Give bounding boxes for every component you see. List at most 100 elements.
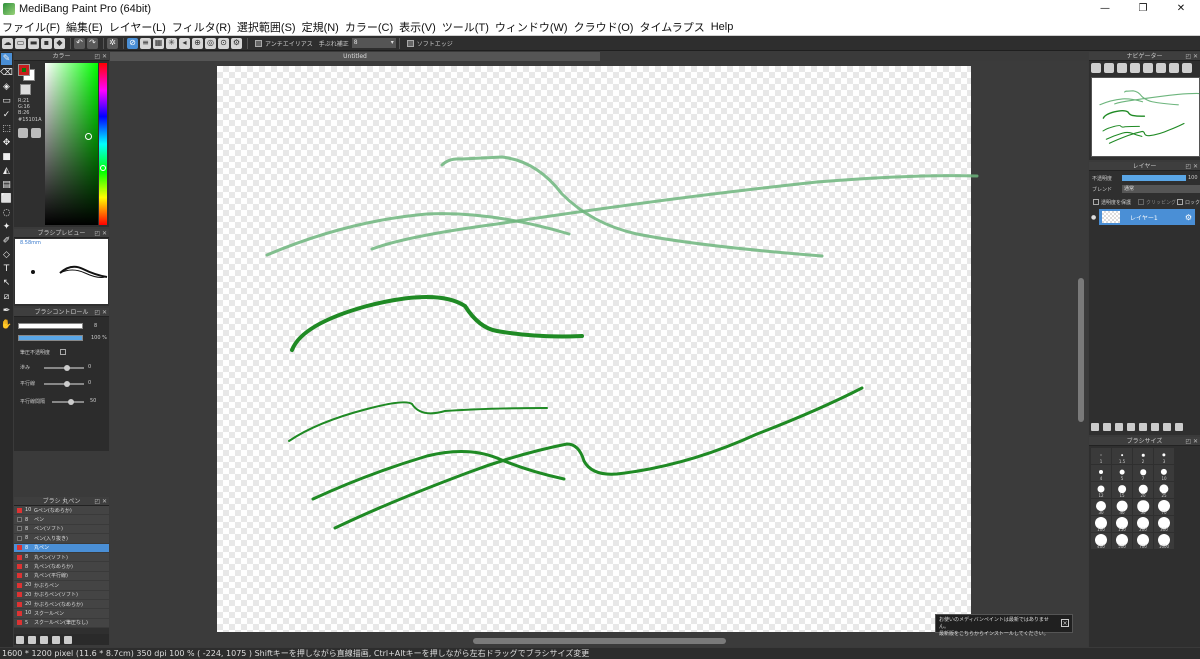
brush-opacity-slider[interactable] [18, 335, 83, 341]
parallel-spacing-slider[interactable] [52, 399, 84, 405]
menu-help[interactable]: Help [710, 21, 739, 33]
zoom-in-icon[interactable] [1091, 63, 1101, 73]
undo-icon[interactable]: ↶ [74, 37, 85, 49]
check-tool-icon[interactable]: ✓ [1, 109, 12, 121]
brush-delete-icon[interactable] [52, 635, 60, 644]
panel-menu-icon[interactable]: ◰ ✕ [94, 229, 107, 238]
color-history-icon[interactable] [18, 128, 28, 138]
menu-cloud[interactable]: クラウド(O) [573, 19, 639, 35]
menu-file[interactable]: ファイル(F) [1, 19, 65, 35]
bucket-tool-icon[interactable]: ◭ [1, 165, 12, 177]
layer-opacity-slider[interactable] [1122, 175, 1186, 181]
navigator-thumbnail[interactable] [1091, 77, 1200, 157]
new-layer-icon[interactable] [1091, 423, 1099, 431]
select-rect-tool-icon[interactable]: ⬜ [1, 193, 12, 205]
text-tool-icon[interactable]: T [1, 263, 12, 275]
perspective-icon[interactable]: ◂ [179, 37, 190, 49]
brush-size-preset[interactable]: 70 [1154, 499, 1174, 515]
layer-settings-icon[interactable]: ⚙ [1185, 213, 1192, 222]
operation-tool-icon[interactable]: ↖ [1, 277, 12, 289]
maximize-button[interactable]: ❐ [1124, 0, 1162, 18]
blend-mode-select[interactable]: 通常 [1122, 185, 1200, 193]
new-file-icon[interactable]: ▭ [15, 37, 26, 49]
radial-snap-icon[interactable]: ✳ [166, 37, 177, 49]
brush-size-slider[interactable] [18, 323, 83, 329]
brush-list-item[interactable]: 8 丸ペン(なめらか) [14, 562, 109, 572]
antialias-checkbox[interactable] [255, 39, 262, 47]
select-tool-icon[interactable]: ⬚ [1, 123, 12, 135]
flip-icon[interactable] [1169, 63, 1179, 73]
brush-size-preset[interactable]: 150 [1112, 516, 1132, 532]
brush-size-preset[interactable]: 4 [1091, 465, 1111, 481]
new-layer-menu-icon[interactable] [1115, 423, 1123, 431]
document-tab[interactable]: Untitled [110, 52, 600, 61]
dot-tool-icon[interactable]: ◈ [1, 81, 12, 93]
panel-menu-icon[interactable]: ◰ ✕ [1185, 52, 1198, 61]
brush-size-preset[interactable]: 400 [1091, 533, 1111, 549]
brush-size-preset[interactable]: 1.5 [1112, 448, 1132, 464]
grid-snap-icon[interactable]: ▦ [153, 37, 164, 49]
brush-size-preset[interactable]: 25 [1154, 482, 1174, 498]
brush-size-preset[interactable]: 300 [1154, 516, 1174, 532]
clipping-checkbox[interactable] [1138, 199, 1144, 205]
brush-list-item[interactable]: 8 ペン(入り抜き) [14, 534, 109, 544]
snap-settings-icon[interactable]: ⚙ [231, 37, 242, 49]
brush-size-preset[interactable]: 50 [1133, 499, 1153, 515]
panel-menu-icon[interactable]: ◰ ✕ [1185, 437, 1198, 446]
brush-list-item[interactable]: 8 ペン(ソフト) [14, 524, 109, 535]
brush-size-preset[interactable]: 1000 [1154, 533, 1174, 549]
brush-size-preset[interactable]: 10 [1154, 465, 1174, 481]
hex-value[interactable]: #15101A [18, 117, 42, 123]
rectangle-tool-icon[interactable]: ▭ [1, 95, 12, 107]
minimize-button[interactable]: — [1086, 0, 1124, 18]
brush-size-preset[interactable]: 7 [1133, 465, 1153, 481]
brush-size-preset[interactable]: 100 [1091, 516, 1111, 532]
brush-size-preset[interactable]: 15 [1112, 482, 1132, 498]
correction-select[interactable]: 8 [351, 38, 396, 48]
soft-edge-checkbox[interactable] [406, 39, 414, 47]
brush-list-item[interactable]: 20 かぶらペン(ソフト) [14, 590, 109, 600]
brush-size-preset[interactable]: 20 [1133, 482, 1153, 498]
menu-window[interactable]: ウィンドウ(W) [494, 19, 573, 35]
save-icon[interactable]: ▪ [41, 37, 52, 49]
merge-layer-icon[interactable] [1151, 423, 1159, 431]
fit-icon[interactable] [1117, 63, 1127, 73]
brush-size-preset[interactable]: 700 [1133, 533, 1153, 549]
brush-tool-icon[interactable]: ✎ [1, 53, 12, 65]
delete-layer-icon[interactable] [1175, 423, 1183, 431]
panel-menu-icon[interactable]: ◰ ✕ [94, 497, 107, 506]
brush-size-preset[interactable]: 12 [1091, 482, 1111, 498]
foreground-color-swatch[interactable] [18, 64, 30, 76]
panel-menu-icon[interactable]: ◰ ✕ [94, 308, 107, 317]
close-notice-icon[interactable]: × [1061, 619, 1069, 627]
menu-timelapse[interactable]: タイムラプス [638, 19, 709, 35]
brush-size-preset[interactable]: 5 [1112, 465, 1132, 481]
brush-size-value[interactable]: 8 [94, 323, 97, 329]
brush-size-preset[interactable]: 30 [1091, 499, 1111, 515]
pressure-opacity-checkbox[interactable] [60, 349, 66, 355]
brush-download-icon[interactable] [64, 635, 72, 644]
brush-list-item[interactable]: 20 かぶらペン(なめらか) [14, 599, 109, 610]
pen-select-tool-icon[interactable]: ✐ [1, 235, 12, 247]
palette-icon[interactable] [31, 128, 41, 138]
notice-line-2[interactable]: 最新版をこちらからインストールしてください。 [939, 631, 1058, 638]
update-notice[interactable]: お使いのメディバンペイントは最新ではありません。 最新版をこちらからインストール… [935, 614, 1073, 637]
brush-settings-icon[interactable] [40, 635, 48, 644]
brush-list-item[interactable]: 8 丸ペン(ソフト) [14, 552, 109, 563]
menu-layer[interactable]: レイヤー(L) [108, 19, 171, 35]
brush-list-item[interactable]: 8 丸ペン [14, 543, 109, 553]
menu-view[interactable]: 表示(V) [398, 19, 441, 35]
vertical-scrollbar[interactable] [1078, 278, 1084, 422]
panel-menu-icon[interactable]: ◰ ✕ [94, 52, 107, 61]
parallel-snap-icon[interactable]: ≡ [140, 37, 151, 49]
brush-size-preset[interactable]: 1 [1091, 448, 1111, 464]
panel-menu-icon[interactable]: ◰ ✕ [1185, 162, 1198, 171]
circle-snap-icon[interactable]: ◎ [205, 37, 216, 49]
hue-slider[interactable] [99, 63, 107, 225]
menu-ruler[interactable]: 定規(N) [301, 19, 344, 35]
rotate-right-icon[interactable] [1156, 63, 1166, 73]
brush-list-item[interactable]: 8 ペン [14, 515, 109, 525]
smoothing-slider[interactable] [44, 365, 84, 371]
menu-color[interactable]: カラー(C) [344, 19, 398, 35]
curve-snap-icon[interactable]: ⊙ [218, 37, 229, 49]
